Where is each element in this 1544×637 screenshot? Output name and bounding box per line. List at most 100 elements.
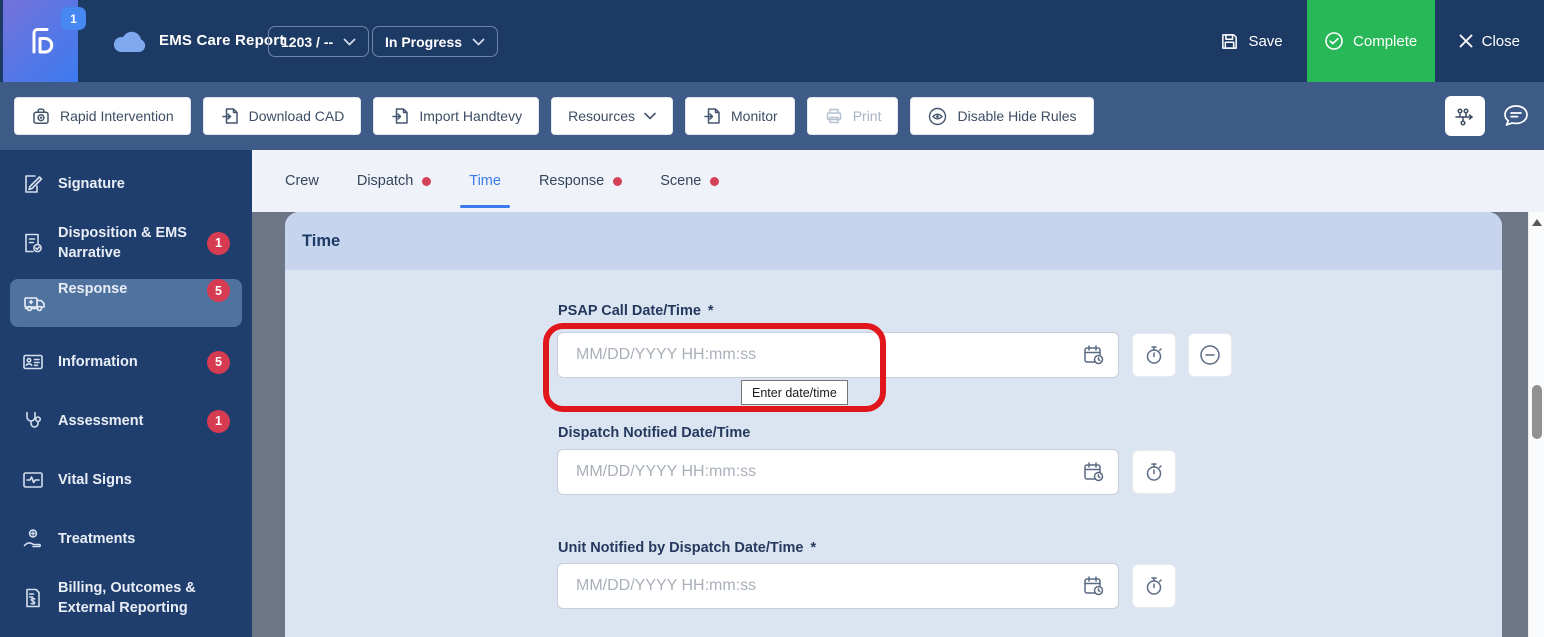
dispatch-notified-datetime-label: Dispatch Notified Date/Time <box>558 425 751 441</box>
scrollbar-thumb[interactable] <box>1532 385 1542 439</box>
rapid-intervention-button[interactable]: Rapid Intervention <box>14 97 191 135</box>
timeline-icon <box>1453 104 1477 128</box>
section-title: Time <box>302 231 341 250</box>
print-button[interactable]: Print <box>806 97 899 135</box>
validation-dot <box>710 176 720 186</box>
psap-call-datetime-label: PSAP Call Date/Time * <box>558 303 714 319</box>
report-number-dropdown[interactable]: 1203 / -- <box>268 26 370 57</box>
psap-call-datetime-field <box>557 332 1119 378</box>
dispatch-notified-datetime-input[interactable] <box>557 449 1119 495</box>
report-number-value: 1203 / -- <box>281 33 334 50</box>
comments-icon[interactable] <box>1502 103 1530 129</box>
sidebar-item-vital-signs[interactable]: Vital Signs <box>0 456 252 504</box>
save-label: Save <box>1248 32 1283 50</box>
download-cad-label: Download CAD <box>248 108 345 124</box>
print-label: Print <box>852 108 882 124</box>
required-marker: * <box>707 303 714 319</box>
vitals-monitor-icon <box>20 468 46 492</box>
file-import-icon <box>390 106 410 126</box>
psap-remove-button[interactable] <box>1188 333 1232 377</box>
tab-label: Dispatch <box>356 173 414 189</box>
issue-count-badge: 1 <box>207 409 230 433</box>
sidebar-item-response[interactable]: Response 5 <box>10 279 242 327</box>
enter-datetime-tooltip: Enter date/time <box>741 380 848 405</box>
chevron-down-icon <box>343 38 356 46</box>
cloud-sync-icon <box>112 29 148 54</box>
response-section-tabs: Crew Dispatch Time Response Scene <box>252 150 1544 212</box>
status-value: In Progress <box>385 33 463 50</box>
page-title: EMS Care Report <box>159 32 285 49</box>
complete-label: Complete <box>1353 32 1418 50</box>
unit-notified-datetime-label: Unit Notified by Dispatch Date/Time * <box>558 540 817 556</box>
tab-label: Crew <box>285 173 319 189</box>
tab-scene[interactable]: Scene <box>660 150 720 212</box>
status-dropdown[interactable]: In Progress <box>372 26 499 57</box>
dispatch-stopwatch-button[interactable] <box>1132 450 1176 494</box>
file-import-icon <box>702 106 722 126</box>
sidebar-item-assessment[interactable]: Assessment 1 <box>0 397 252 445</box>
scroll-up-arrow-icon[interactable] <box>1532 219 1542 226</box>
psap-stopwatch-button[interactable] <box>1132 333 1176 377</box>
chevron-down-icon <box>644 112 656 120</box>
file-import-icon <box>220 106 240 126</box>
sidebar-item-signature[interactable]: Signature <box>0 160 252 208</box>
billing-document-icon <box>20 586 46 610</box>
issue-count-badge: 5 <box>207 279 230 302</box>
unit-notified-stopwatch-button[interactable] <box>1132 564 1176 608</box>
disable-hide-rules-label: Disable Hide Rules <box>957 108 1077 124</box>
psap-call-datetime-input[interactable] <box>557 332 1119 378</box>
monitor-button[interactable]: Monitor <box>685 97 795 135</box>
stethoscope-icon <box>20 409 46 433</box>
sidebar-item-label: Disposition & EMS Narrative <box>58 225 187 261</box>
tab-response[interactable]: Response <box>538 150 623 212</box>
close-button[interactable]: Close <box>1435 0 1544 82</box>
calendar-clock-icon[interactable] <box>1082 574 1106 598</box>
import-handtevy-button[interactable]: Import Handtevy <box>373 97 540 135</box>
tab-label: Response <box>538 173 605 189</box>
calendar-clock-icon[interactable] <box>1082 460 1106 484</box>
action-toolbar: Rapid Intervention Download CAD Import H… <box>0 82 1544 150</box>
sidebar-item-label: Signature <box>58 176 125 192</box>
dispatch-notified-datetime-field <box>557 449 1119 495</box>
sidebar-item-information[interactable]: Information 5 <box>0 338 252 386</box>
unit-notified-datetime-input[interactable] <box>557 563 1119 609</box>
stopwatch-icon <box>1142 343 1166 367</box>
close-label: Close <box>1481 32 1520 50</box>
chevron-down-icon <box>472 38 485 46</box>
download-cad-button[interactable]: Download CAD <box>202 97 362 135</box>
report-sections-sidebar: Signature Disposition & EMS Narrative 1 <box>0 150 252 637</box>
tab-time[interactable]: Time <box>460 150 510 212</box>
unit-notified-datetime-field <box>557 563 1119 609</box>
first-due-logo-icon <box>21 21 61 61</box>
hand-plus-icon <box>20 527 46 551</box>
validation-dot <box>422 176 432 186</box>
stopwatch-icon <box>1142 460 1166 484</box>
calendar-clock-icon[interactable] <box>1082 343 1106 367</box>
id-card-icon <box>20 350 46 374</box>
stopwatch-icon <box>1142 574 1166 598</box>
sidebar-item-label: Vital Signs <box>58 472 132 488</box>
vertical-scrollbar[interactable] <box>1528 212 1544 637</box>
document-check-icon <box>20 231 46 255</box>
tab-label: Time <box>469 173 501 189</box>
sidebar-item-label: Response <box>58 281 128 297</box>
sidebar-item-disposition-ems-narrative[interactable]: Disposition & EMS Narrative 1 <box>0 211 252 275</box>
sidebar-item-treatments[interactable]: Treatments <box>0 515 252 563</box>
top-bar: 1 EMS Care Report 1203 / -- In Progress <box>0 0 1544 82</box>
notification-badge[interactable]: 1 <box>61 7 86 30</box>
issue-count-badge: 5 <box>207 350 230 374</box>
resources-dropdown-button[interactable]: Resources <box>551 97 673 135</box>
save-button[interactable]: Save <box>1196 0 1306 82</box>
timeline-button[interactable] <box>1445 96 1485 136</box>
monitor-label: Monitor <box>731 108 778 124</box>
sidebar-item-billing-outcomes-external-reporting[interactable]: Billing, Outcomes & External Reporting <box>0 566 252 630</box>
tab-crew[interactable]: Crew <box>285 150 319 212</box>
disable-hide-rules-button[interactable]: Disable Hide Rules <box>910 97 1094 135</box>
printer-icon <box>824 106 844 126</box>
tab-dispatch[interactable]: Dispatch <box>356 150 432 212</box>
rapid-intervention-label: Rapid Intervention <box>60 108 174 124</box>
import-handtevy-label: Import Handtevy <box>419 108 523 124</box>
tab-label: Scene <box>660 173 702 189</box>
complete-button[interactable]: Complete <box>1306 0 1435 82</box>
issue-count-badge: 1 <box>207 231 230 255</box>
